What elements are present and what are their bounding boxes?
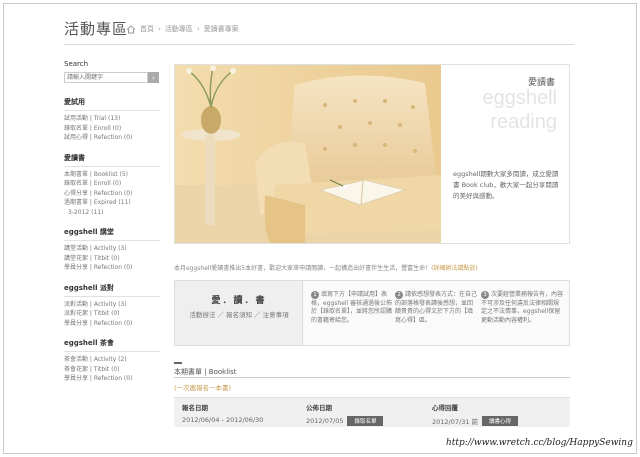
steps-header: 愛．讀．書 活動辦法 ／ 報名須知 ／ 注意事項: [175, 281, 303, 345]
armchair-illustration: [175, 65, 441, 243]
breadcrumb-events[interactable]: 活動專區: [165, 24, 193, 34]
sidebar-item[interactable]: 派對活動 | Activity (3): [64, 300, 160, 310]
hero-image: [175, 65, 441, 243]
hero-watermark-line1: eggshell: [482, 87, 557, 109]
breadcrumb-sep: ›: [158, 25, 161, 33]
sidebar-item[interactable]: 派對花絮 | Titbit (0): [64, 309, 160, 319]
sidebar-heading[interactable]: eggshell 派對: [64, 283, 160, 297]
sidebar-heading[interactable]: 愛讀書: [64, 153, 160, 167]
header-divider: [64, 44, 574, 45]
sidebar-item[interactable]: 試用活動 | Trial (13): [64, 114, 160, 124]
announce-date: 公佈日期 2012/07/05 錄取名單: [306, 402, 384, 426]
sidebar: Search › 愛試用 試用活動 | Trial (13) 錄取名單 | En…: [64, 60, 160, 394]
hero-text: 愛讀書 eggshell reading eggshell期數大家多閱讀，成立愛…: [445, 65, 569, 243]
breadcrumb: 首頁 › 活動專區 › 愛讀書專案: [126, 24, 239, 34]
breadcrumb-home[interactable]: 首頁: [140, 24, 154, 34]
sidebar-section-lecture: eggshell 講堂 講堂活動 | Activity (3) 講堂花絮 | T…: [64, 227, 160, 273]
tab-indicator: [174, 362, 182, 364]
blog-watermark: http://www.wretch.cc/blog/HappySewing: [446, 438, 633, 448]
search-row: ›: [64, 72, 160, 83]
sidebar-item[interactable]: 試用心得 | Refection (0): [64, 133, 160, 143]
steps-title: 愛．讀．書: [211, 296, 267, 306]
sidebar-item[interactable]: 過期書單 | Expired (11): [64, 198, 160, 208]
intro-sentence: 本月eggshell愛讀書推出5本好書，歡迎大家來申請閱讀，一起構造出好書伴生生…: [174, 265, 432, 272]
sidebar-section-party: eggshell 派對 派對活動 | Activity (3) 派對花絮 | T…: [64, 283, 160, 329]
sidebar-item[interactable]: 本期書單 | Booklist (5): [64, 170, 160, 180]
signup-date-label: 報名日期: [182, 404, 208, 412]
announce-date-value: 2012/07/05: [306, 417, 344, 425]
reply-date: 心得回覆 2012/07/31 前讀書心得: [432, 402, 519, 426]
intro-link[interactable]: (詳細辦法請點放): [431, 265, 478, 272]
search-label: Search: [64, 60, 89, 68]
sidebar-item[interactable]: 3-2012 (11): [64, 208, 160, 218]
step-number: 1: [311, 291, 319, 299]
signup-date: 報名日期 2012/06/04 - 2012/06/30: [182, 402, 263, 424]
page-title: 活動專區: [64, 20, 129, 38]
step-1: 1 填寫下方【申請試用】表格，eggshell 審核通過後公佈於【錄取名單】，並將…: [311, 291, 393, 325]
header: 活動專區 首頁 › 活動專區 › 愛讀書專案: [64, 18, 574, 40]
sidebar-item[interactable]: 講堂花絮 | Titbit (0): [64, 254, 160, 264]
sidebar-item[interactable]: 心得分享 | Refection (0): [64, 189, 160, 199]
announce-date-label: 公佈日期: [306, 404, 332, 412]
step-number: 2: [395, 291, 403, 299]
steps-box: 愛．讀．書 活動辦法 ／ 報名須知 ／ 注意事項 1 填寫下方【申請試用】表格，e…: [174, 280, 570, 346]
reply-date-value: 2012/07/31 前: [432, 418, 479, 426]
step-text: 填寫下方【申請試用】表格，eggshell 審核通過後公佈於【錄取名單】，並將您…: [311, 291, 393, 324]
sidebar-section-trial: 愛試用 試用活動 | Trial (13) 錄取名單 | Enroll (0) …: [64, 97, 160, 143]
sidebar-item[interactable]: 學員分享 | Refection (0): [64, 263, 160, 273]
step-number: 3: [481, 291, 489, 299]
intro-text: 本月eggshell愛讀書推出5本好書，歡迎大家來申請閱讀，一起構造出好書伴生生…: [174, 263, 574, 272]
tab-booklist[interactable]: 本期書單 | Booklist: [174, 367, 237, 377]
search-input[interactable]: [64, 72, 148, 83]
step-text: 次要經營業務報告有，內容不可涉及任何違反法律相關規定之不法情事，eggshell…: [481, 291, 564, 324]
home-icon[interactable]: [126, 24, 136, 34]
booklist-dates-bar: 報名日期 2012/06/04 - 2012/06/30 公佈日期 2012/0…: [174, 397, 570, 427]
sidebar-item[interactable]: 錄取名單 | Enroll (0): [64, 179, 160, 189]
hero-watermark-line2: reading: [490, 111, 557, 133]
sidebar-item[interactable]: 學員分享 | Refection (0): [64, 374, 160, 384]
sidebar-heading[interactable]: eggshell 茶會: [64, 338, 160, 352]
reading-notes-button[interactable]: 讀書心得: [482, 416, 519, 426]
sidebar-item[interactable]: 茶會活動 | Activity (2): [64, 355, 160, 365]
sidebar-heading[interactable]: 愛試用: [64, 97, 160, 111]
step-3: 3 次要經營業務報告有，內容不可涉及任何違反法律相關規定之不法情事，eggshel…: [481, 291, 563, 325]
step-text: 請依感想發表方式：在自己的部落格發表讀後感想，並回饋貴貴的心得文於下方的【填寫心…: [395, 291, 478, 324]
sidebar-heading[interactable]: eggshell 講堂: [64, 227, 160, 241]
page-frame: 活動專區 首頁 › 活動專區 › 愛讀書專案 Search › 愛試用 試用活動…: [3, 3, 637, 454]
step-2: 2 請依感想發表方式：在自己的部落格發表讀後感想，並回饋貴貴的心得文於下方的【填寫…: [395, 291, 477, 325]
breadcrumb-current: 愛讀書專案: [203, 25, 239, 33]
sidebar-section-tea: eggshell 茶會 茶會活動 | Activity (2) 茶會花絮 | T…: [64, 338, 160, 384]
hero-description: eggshell期數大家多閱讀，成立愛讀書 Book club，歡大家一起分享閱…: [453, 170, 559, 200]
breadcrumb-sep: ›: [196, 25, 200, 33]
reply-date-label: 心得回覆: [432, 404, 458, 412]
sidebar-section-reading: 愛讀書 本期書單 | Booklist (5) 錄取名單 | Enroll (0…: [64, 153, 160, 218]
sidebar-item[interactable]: 學員分享 | Refection (0): [64, 319, 160, 329]
search-button[interactable]: ›: [148, 72, 159, 83]
booklist-note-link[interactable]: (一次邀報名一本書): [174, 382, 231, 392]
sidebar-item[interactable]: 講堂活動 | Activity (3): [64, 244, 160, 254]
hero-banner: 愛讀書 eggshell reading eggshell期數大家多閱讀，成立愛…: [174, 64, 570, 244]
enroll-list-button[interactable]: 錄取名單: [347, 416, 384, 426]
booklist-tab-bar: 本期書單 | Booklist: [174, 362, 570, 378]
sidebar-item[interactable]: 錄取名單 | Enroll (0): [64, 124, 160, 134]
steps-links[interactable]: 活動辦法 ／ 報名須知 ／ 注意事項: [175, 309, 303, 319]
sidebar-item[interactable]: 茶會花絮 | Titbit (0): [64, 365, 160, 375]
signup-date-value: 2012/06/04 - 2012/06/30: [182, 416, 264, 424]
